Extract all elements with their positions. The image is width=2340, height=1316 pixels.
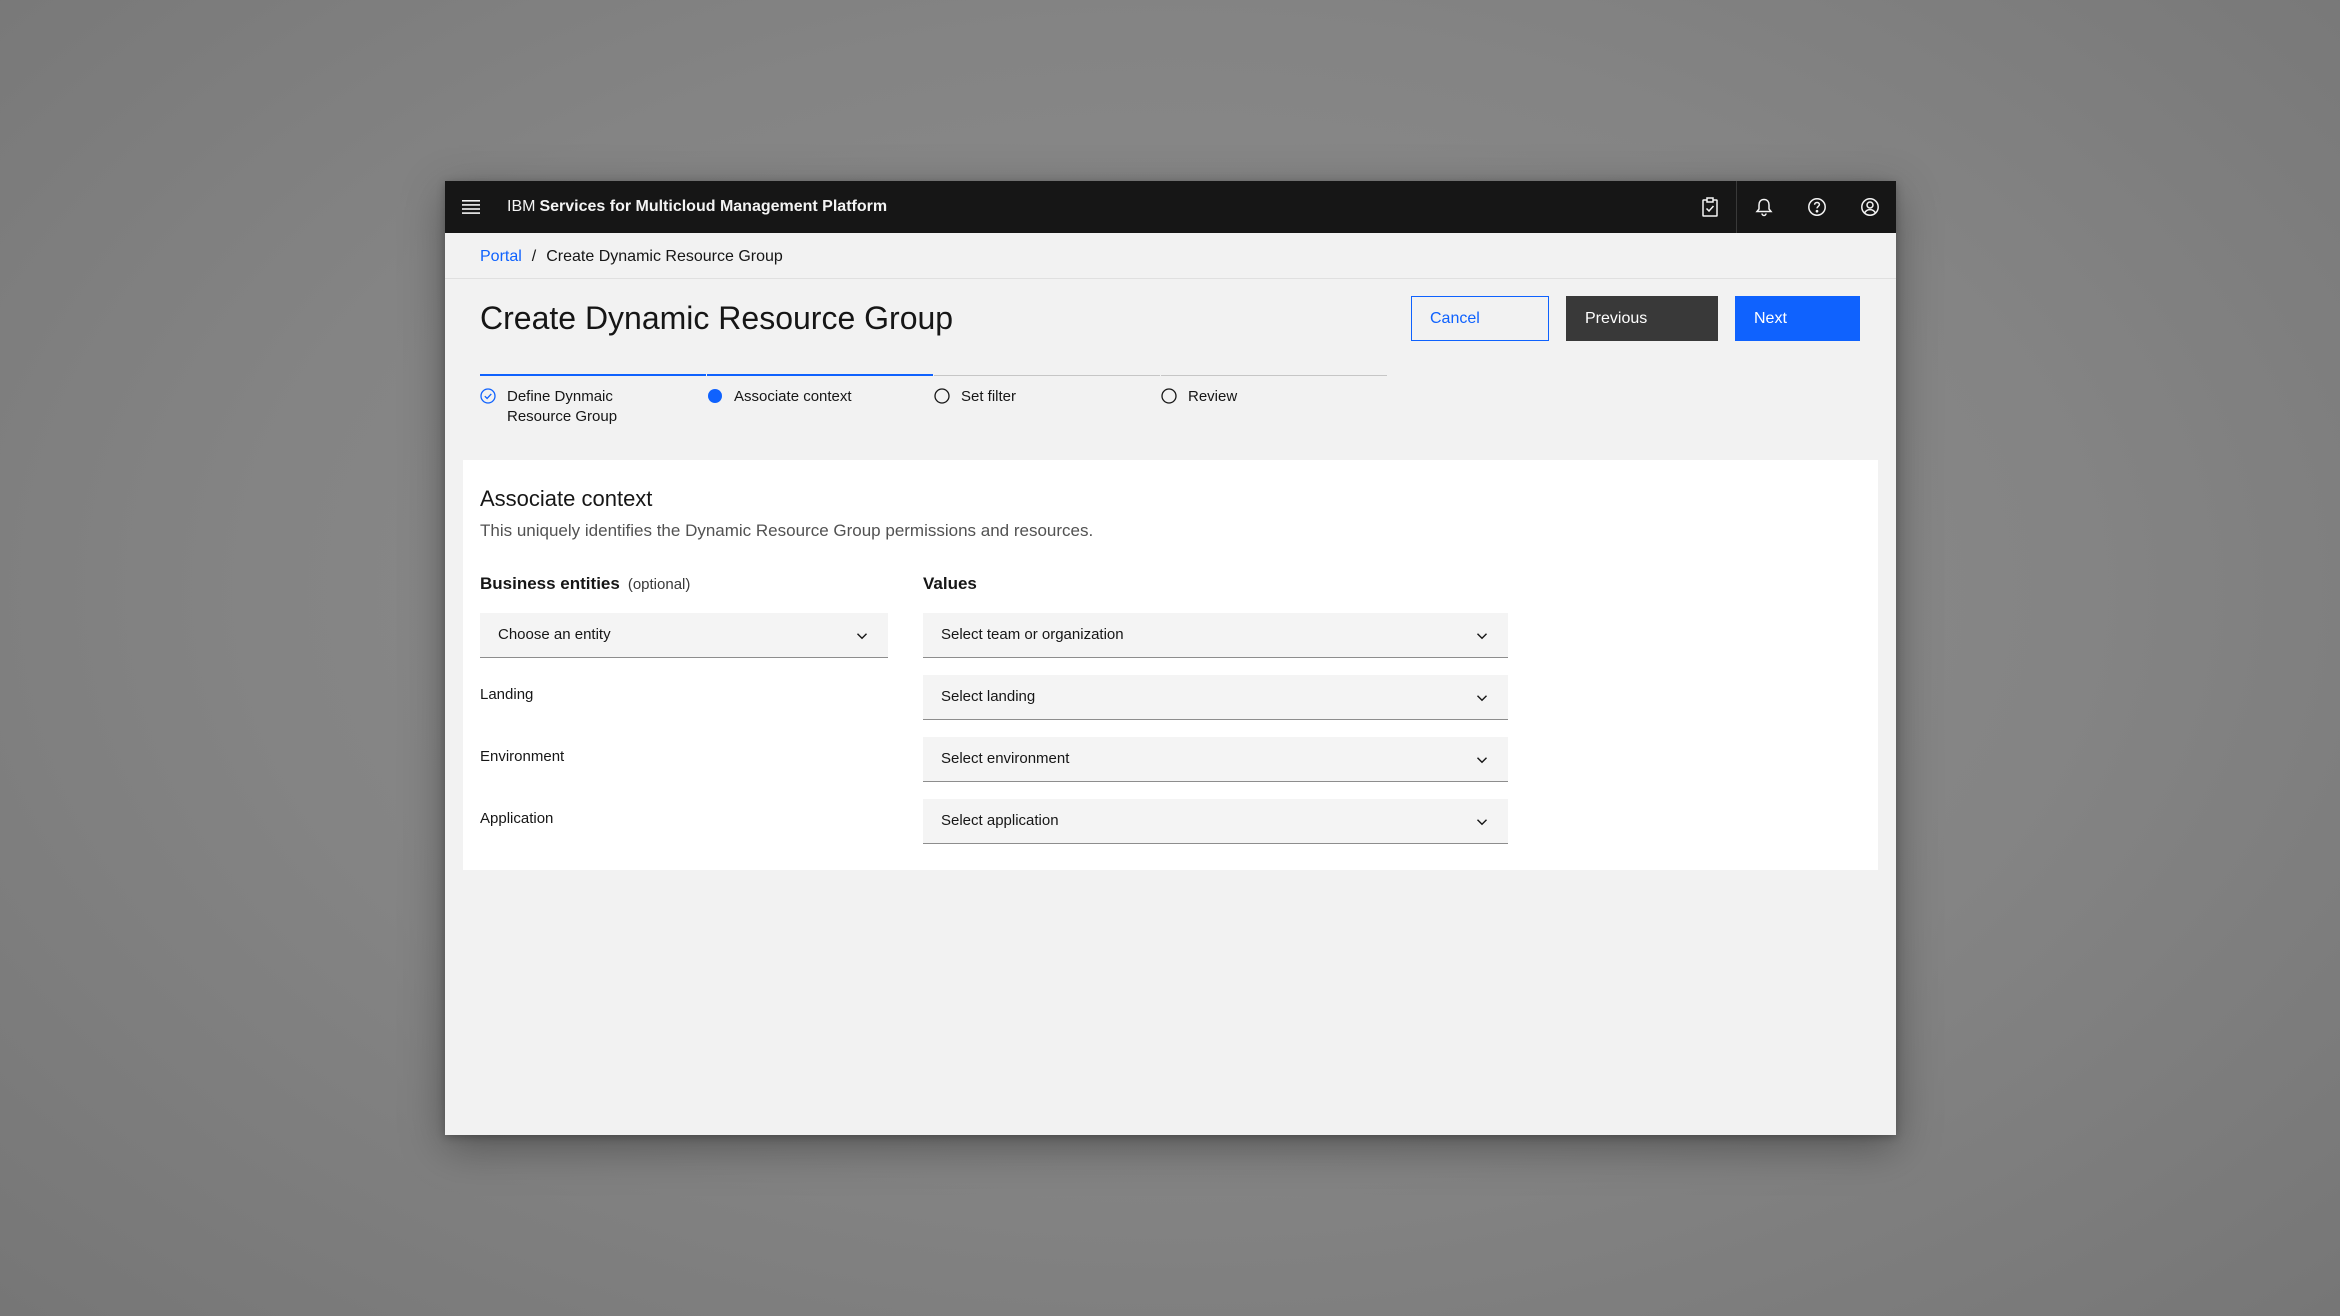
dropdown-value: Select application (941, 812, 1059, 829)
team-dropdown[interactable]: Select team or organization (923, 613, 1508, 658)
section-title: Associate context (480, 486, 653, 511)
chevron-down-icon (857, 633, 867, 640)
chevron-down-icon (1477, 757, 1487, 764)
values-heading: Values (923, 574, 977, 593)
environment-dropdown[interactable]: Select environment (923, 737, 1508, 782)
dropdown-value: Choose an entity (498, 626, 611, 643)
environment-label: Environment (480, 748, 565, 765)
brand-name: Services for Multicloud Management Platf… (539, 198, 888, 215)
progress-step-label: Review (1188, 388, 1238, 405)
application-label: Application (480, 810, 554, 827)
progress-step-bar (934, 375, 1160, 376)
section-description: This uniquely identifies the Dynamic Res… (480, 521, 1094, 540)
associate-context-card: Associate context This uniquely identifi… (463, 460, 1878, 870)
previous-button[interactable]: Previous (1566, 296, 1718, 341)
progress-step-bar (480, 374, 706, 376)
notification-icon[interactable] (1736, 181, 1790, 233)
landing-dropdown[interactable]: Select landing (923, 675, 1508, 720)
breadcrumb-portal-link[interactable]: Portal (480, 248, 522, 265)
application-dropdown[interactable]: Select application (923, 799, 1508, 844)
entity-dropdown[interactable]: Choose an entity (480, 613, 888, 658)
business-entities-label: Business entities (480, 574, 620, 593)
incomplete-step-icon (934, 388, 950, 404)
progress-step-label: Define Dynmaic Resource Group (507, 387, 617, 427)
breadcrumb-separator: / (531, 248, 537, 265)
chevron-down-icon (1477, 819, 1487, 826)
help-icon[interactable] (1790, 181, 1843, 233)
dropdown-value: Select team or organization (941, 626, 1124, 643)
step-label-line2: Resource Group (507, 408, 618, 425)
brand-prefix: IBM (507, 198, 536, 215)
dropdown-value: Select environment (941, 750, 1070, 767)
breadcrumb-divider (445, 278, 1896, 279)
progress-step-bar (707, 374, 933, 376)
progress-indicator: Define Dynmaic Resource Group Associate c… (480, 374, 1387, 435)
chevron-down-icon (1477, 633, 1487, 640)
progress-step-label: Set filter (961, 388, 1017, 405)
user-avatar-icon[interactable] (1843, 181, 1896, 233)
progress-step-label: Associate context (734, 388, 852, 405)
incomplete-step-icon (1161, 388, 1177, 404)
shell-header: IBM Services for Multicloud Management Pl… (445, 181, 1896, 233)
menu-icon[interactable] (445, 181, 497, 233)
page-title: Create Dynamic Resource Group (480, 300, 954, 336)
breadcrumb-current: Create Dynamic Resource Group (546, 248, 783, 265)
cancel-button[interactable]: Cancel (1411, 296, 1549, 341)
dropdown-value: Select landing (941, 688, 1036, 705)
current-step-icon (708, 389, 722, 403)
progress-step-bar (1161, 375, 1387, 376)
chevron-down-icon (1477, 695, 1487, 702)
checkmark-outline-icon (480, 388, 496, 404)
header-actions (1683, 181, 1896, 233)
optional-label: (optional) (627, 576, 691, 593)
step-label-line1: Define Dynmaic (507, 388, 613, 405)
clipboard-check-icon[interactable] (1683, 181, 1736, 233)
business-entities-heading: Business entities (optional) (480, 574, 690, 594)
product-name[interactable]: IBM Services for Multicloud Management Pl… (507, 181, 887, 233)
landing-label: Landing (480, 686, 534, 703)
breadcrumb: Portal / Create Dynamic Resource Group (480, 248, 783, 266)
next-button[interactable]: Next (1735, 296, 1860, 341)
app-window: IBM Services for Multicloud Management Pl… (445, 181, 1896, 1135)
